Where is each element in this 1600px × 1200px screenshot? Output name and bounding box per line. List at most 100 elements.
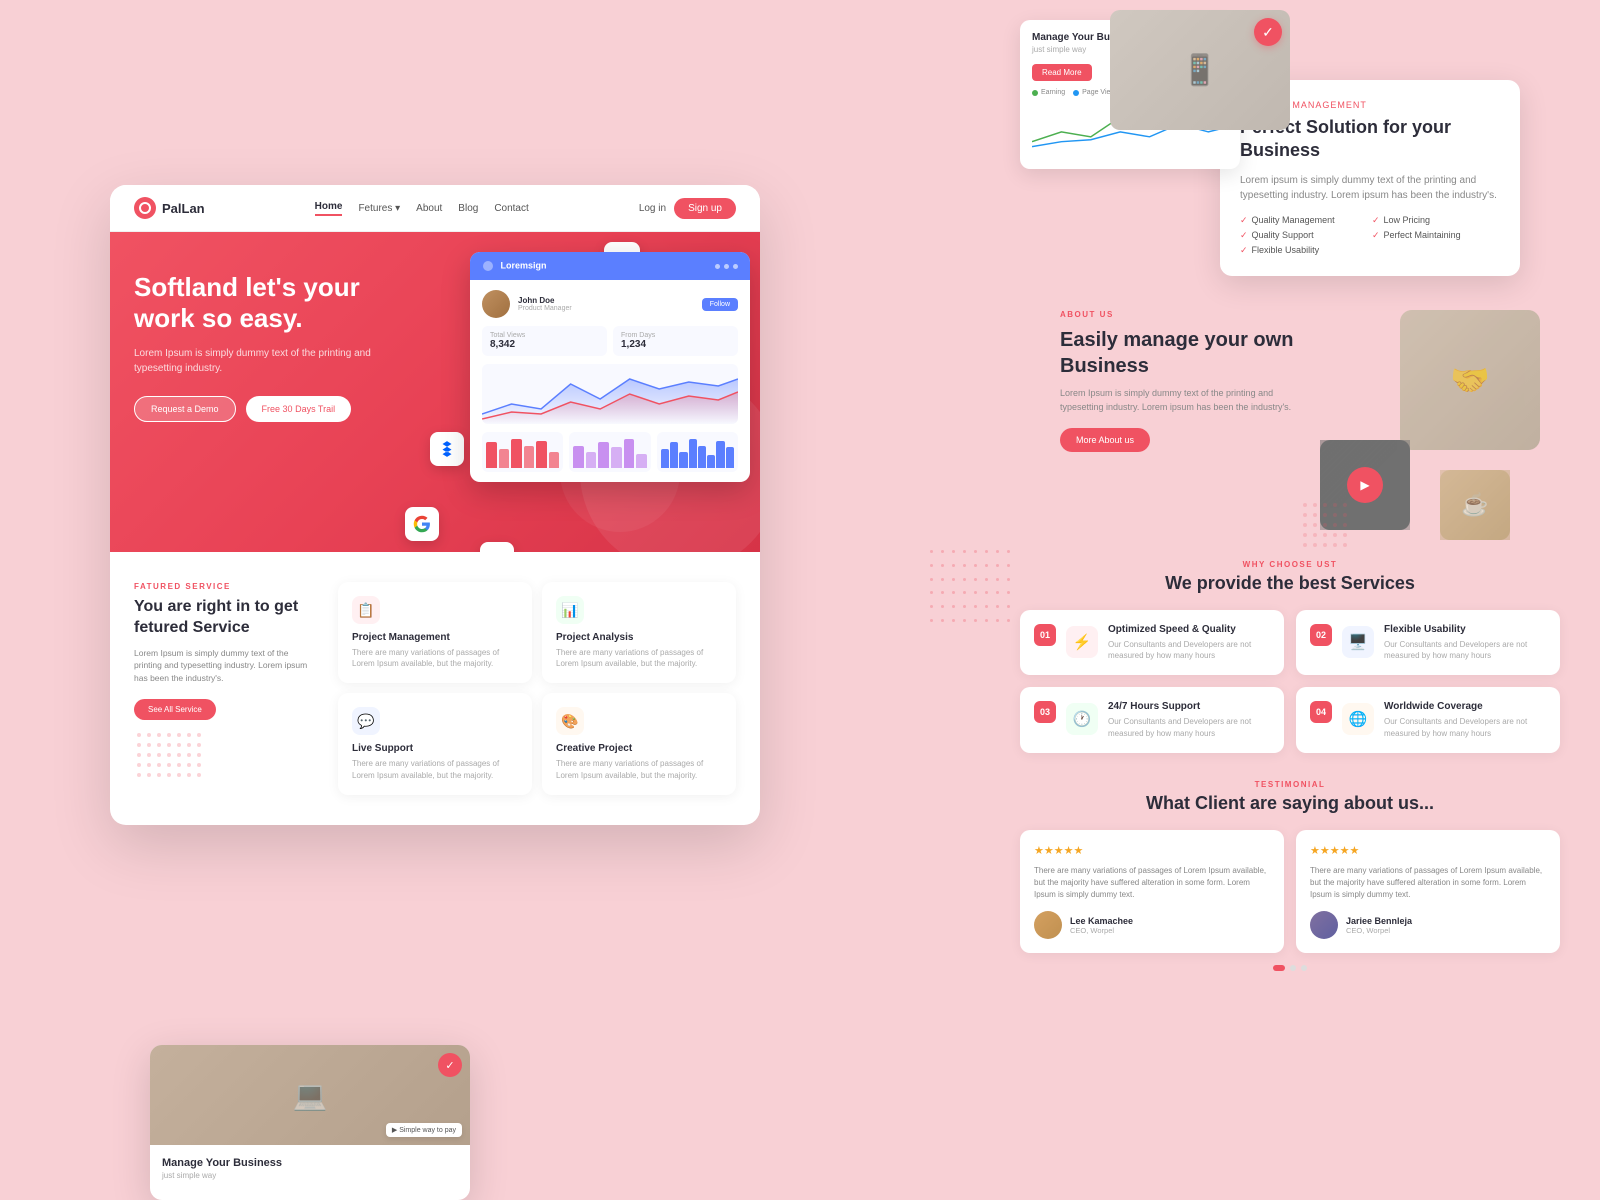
request-demo-button[interactable]: Request a Demo xyxy=(134,396,236,422)
why-icon-speed: ⚡ xyxy=(1066,626,1098,658)
dash-bar-chart-1 xyxy=(482,432,563,472)
hero-dash-body: John Doe Product Manager Follow Total Vi… xyxy=(470,280,750,482)
stars-2: ★★★★★ xyxy=(1310,844,1546,857)
dash-stat-views-val: 8,342 xyxy=(490,339,599,350)
review-text-1: There are many variations of passages of… xyxy=(1034,865,1270,901)
feature-3: Quality Support xyxy=(1240,230,1368,241)
hero-desc: Lorem Ipsum is simply dummy text of the … xyxy=(134,346,414,376)
author-name-2: Jariee Bennleja xyxy=(1346,916,1412,926)
dash-dot-1 xyxy=(715,264,720,269)
bottom-mockup-title: Manage Your Business xyxy=(162,1157,458,1169)
hero-content: Softland let's your work so easy. Lorem … xyxy=(134,272,414,422)
why-card-content-usability: Flexible Usability Our Consultants and D… xyxy=(1384,624,1546,661)
nav-links: Home Fetures ▾ About Blog Contact xyxy=(315,201,529,216)
about-inner: ABOUT US Easily manage your own Business… xyxy=(1060,310,1540,530)
why-card-content-support: 24/7 Hours Support Our Consultants and D… xyxy=(1108,701,1270,738)
why-num-1: 01 xyxy=(1034,624,1056,646)
signup-button[interactable]: Sign up xyxy=(674,198,736,219)
about-section: ABOUT US Easily manage your own Business… xyxy=(1060,310,1540,530)
about-desc: Lorem Ipsum is simply dummy text of the … xyxy=(1060,387,1300,414)
why-icon-support: 🕐 xyxy=(1066,703,1098,735)
mini-read-more-button[interactable]: Read More xyxy=(1032,64,1092,81)
more-about-button[interactable]: More About us xyxy=(1060,428,1150,452)
about-label: ABOUT US xyxy=(1060,310,1300,319)
nav-link-contact[interactable]: Contact xyxy=(494,203,528,214)
dash-follow-button[interactable]: Follow xyxy=(702,298,738,311)
bottom-mockup-content: Manage Your Business just simple way xyxy=(150,1145,470,1200)
free-trial-button[interactable]: Free 30 Days Trail xyxy=(246,396,352,422)
service-title-management: Project Management xyxy=(352,632,518,643)
feature-2: Low Pricing xyxy=(1372,215,1500,226)
testimonial-section: TESTIMONIAL What Client are saying about… xyxy=(1020,780,1560,971)
why-title: We provide the best Services xyxy=(1020,573,1560,594)
dash-dot-3 xyxy=(733,264,738,269)
why-section: WHY CHOOSE UST We provide the best Servi… xyxy=(1020,560,1560,753)
service-icon-analysis: 📊 xyxy=(556,596,584,624)
dash-stat-days-val: 1,234 xyxy=(621,339,730,350)
check-badge-top: ✓ xyxy=(1254,18,1282,46)
author-2: Jariee Bennleja CEO, Worpel xyxy=(1310,911,1546,939)
nav-link-blog[interactable]: Blog xyxy=(458,203,478,214)
dash-bar-chart-2 xyxy=(569,432,650,472)
about-text: ABOUT US Easily manage your own Business… xyxy=(1060,310,1300,452)
project-mgmt-desc: Lorem ipsum is simply dummy text of the … xyxy=(1240,173,1500,203)
dots-pattern-1: const dp1 = document.currentScript.paren… xyxy=(930,550,1010,630)
dash-user-role: Product Manager xyxy=(518,305,572,312)
dot-active[interactable] xyxy=(1273,965,1285,971)
author-role-1: CEO, Worpel xyxy=(1070,926,1133,935)
service-title-analysis: Project Analysis xyxy=(556,632,722,643)
bottom-mockup-sub: just simple way xyxy=(162,1171,458,1180)
service-title-creative: Creative Project xyxy=(556,743,722,754)
hero-dashboard: Loremsign John Doe Product Manager Follo… xyxy=(470,252,750,482)
featured-section: FATURED SERVICE You are right in to get … xyxy=(110,552,760,825)
dash-stat-days: From Days 1,234 xyxy=(613,326,738,356)
dash-bottom-charts xyxy=(482,432,738,472)
main-website-mockup: PalLan Home Fetures ▾ About Blog Contact… xyxy=(110,185,760,825)
nav-link-about[interactable]: About xyxy=(416,203,442,214)
dash-stat-views-label: Total Views xyxy=(490,332,599,339)
service-card-support: 💬 Live Support There are many variations… xyxy=(338,693,532,794)
service-desc-creative: There are many variations of passages of… xyxy=(556,758,722,780)
services-grid: 📋 Project Management There are many vari… xyxy=(338,582,736,795)
testimonial-card-2: ★★★★★ There are many variations of passa… xyxy=(1296,830,1560,953)
review-text-2: There are many variations of passages of… xyxy=(1310,865,1546,901)
why-card-desc-worldwide: Our Consultants and Developers are not m… xyxy=(1384,716,1546,738)
author-info-1: Lee Kamachee CEO, Worpel xyxy=(1070,916,1133,935)
testimonials-grid: ★★★★★ There are many variations of passa… xyxy=(1020,830,1560,953)
dot-3[interactable] xyxy=(1301,965,1307,971)
bottom-mockup-img: 💻 ✓ ▶ Simple way to pay xyxy=(150,1045,470,1145)
author-name-1: Lee Kamachee xyxy=(1070,916,1133,926)
service-desc-support: There are many variations of passages of… xyxy=(352,758,518,780)
logo-icon xyxy=(134,197,156,219)
hero-buttons: Request a Demo Free 30 Days Trail xyxy=(134,396,414,422)
why-card-speed: 01 ⚡ Optimized Speed & Quality Our Consu… xyxy=(1020,610,1284,675)
play-button[interactable]: ▶ xyxy=(1347,467,1383,503)
about-dots-deco: const asd = document.currentScript.paren… xyxy=(1300,500,1350,550)
service-title-support: Live Support xyxy=(352,743,518,754)
stars-1: ★★★★★ xyxy=(1034,844,1270,857)
feature-1: Quality Management xyxy=(1240,215,1368,226)
feature-4: Perfect Maintaining xyxy=(1372,230,1500,241)
about-images: 🤝 ⌨️ ▶ ☕ const asd = document.currentScr… xyxy=(1320,310,1540,530)
featured-left: FATURED SERVICE You are right in to get … xyxy=(134,582,314,795)
why-label: WHY CHOOSE UST xyxy=(1020,560,1560,569)
avatar-2 xyxy=(1310,911,1338,939)
dash-area-chart xyxy=(482,364,738,424)
dash-stat-days-label: From Days xyxy=(621,332,730,339)
login-button[interactable]: Log in xyxy=(639,203,666,214)
dot-2[interactable] xyxy=(1290,965,1296,971)
why-services-grid: 01 ⚡ Optimized Speed & Quality Our Consu… xyxy=(1020,610,1560,753)
about-title: Easily manage your own Business xyxy=(1060,327,1300,379)
dash-dots xyxy=(715,264,738,269)
see-all-button[interactable]: See All Service xyxy=(134,699,216,720)
nav-link-features[interactable]: Fetures ▾ xyxy=(358,203,400,214)
author-1: Lee Kamachee CEO, Worpel xyxy=(1034,911,1270,939)
site-navbar: PalLan Home Fetures ▾ About Blog Contact… xyxy=(110,185,760,232)
nav-link-home[interactable]: Home xyxy=(315,201,343,216)
nav-actions: Log in Sign up xyxy=(639,198,736,219)
service-icon-management: 📋 xyxy=(352,596,380,624)
top-right-tablet-img: 📱 ✓ xyxy=(1110,10,1290,130)
avatar-1 xyxy=(1034,911,1062,939)
hero-title: Softland let's your work so easy. xyxy=(134,272,414,334)
why-card-content-worldwide: Worldwide Coverage Our Consultants and D… xyxy=(1384,701,1546,738)
